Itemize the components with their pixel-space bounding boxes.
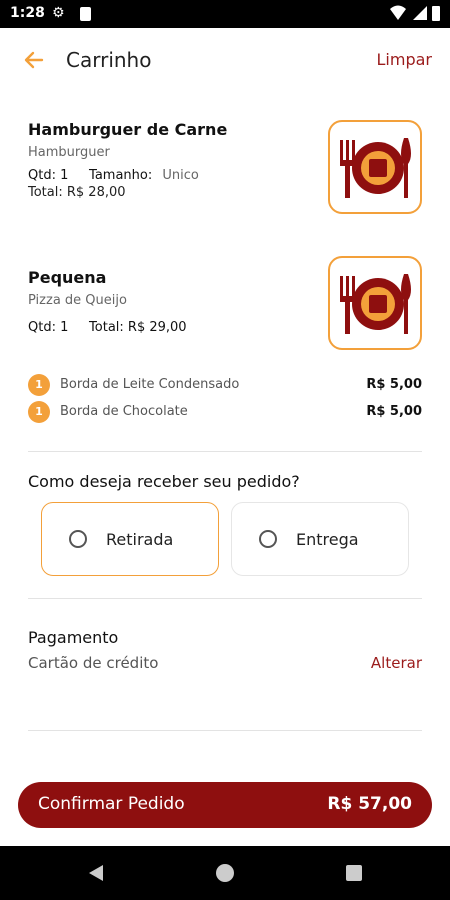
clear-cart-button[interactable]: Limpar — [377, 50, 432, 69]
payment-method: Cartão de crédito — [28, 654, 159, 672]
item-size-value: Unico — [162, 168, 199, 183]
addon-row: 1 Borda de Chocolate R$ 5,00 — [28, 401, 422, 423]
item-size-label: Tamanho: — [89, 168, 153, 183]
cart-item[interactable]: Pequena Pizza de Queijo Qtd: 1 Total: R$… — [28, 256, 422, 356]
section-divider — [28, 451, 422, 452]
page-title: Carrinho — [66, 48, 152, 72]
restaurant-plate-icon — [340, 274, 411, 334]
confirm-order-button[interactable]: Confirmar Pedido R$ 57,00 — [18, 782, 432, 828]
restaurant-plate-icon — [340, 138, 411, 198]
section-divider — [28, 598, 422, 599]
addon-price: R$ 5,00 — [366, 377, 422, 392]
delivery-question: Como deseja receber seu pedido? — [28, 472, 300, 491]
option-delivery[interactable]: Entrega — [231, 502, 409, 576]
nav-recents-icon[interactable] — [346, 865, 362, 881]
confirm-label: Confirmar Pedido — [38, 794, 185, 814]
option-pickup[interactable]: Retirada — [41, 502, 219, 576]
addon-qty-badge: 1 — [28, 374, 50, 396]
nav-back-icon[interactable] — [88, 864, 104, 882]
addon-qty-badge: 1 — [28, 401, 50, 423]
pickup-label: Retirada — [106, 530, 174, 549]
settings-gear-icon: ⚙ — [52, 5, 65, 21]
cell-signal-icon — [413, 6, 427, 20]
addon-name: Borda de Chocolate — [60, 404, 188, 419]
cart-item[interactable]: Hamburguer de Carne Hamburguer Qtd: 1 Ta… — [28, 120, 422, 220]
addon-name: Borda de Leite Condensado — [60, 377, 240, 392]
pickup-radio[interactable] — [69, 530, 87, 548]
payment-title: Pagamento — [28, 628, 119, 647]
back-arrow-icon[interactable] — [22, 48, 46, 72]
delivery-label: Entrega — [296, 530, 359, 549]
item-qty: Qtd: 1 — [28, 168, 69, 183]
sd-card-icon — [80, 7, 91, 21]
addon-price: R$ 5,00 — [366, 404, 422, 419]
change-payment-button[interactable]: Alterar — [371, 654, 422, 672]
status-bar: 1:28 ⚙ — [0, 0, 450, 28]
order-total: R$ 57,00 — [327, 794, 412, 814]
section-divider — [28, 730, 422, 731]
nav-home-icon[interactable] — [216, 864, 234, 882]
item-qty: Qtd: 1 — [28, 320, 69, 335]
item-total: Total: R$ 29,00 — [89, 320, 187, 335]
app-bar: Carrinho Limpar — [0, 28, 450, 92]
battery-icon — [432, 6, 440, 21]
item-thumbnail — [328, 256, 422, 350]
delivery-radio[interactable] — [259, 530, 277, 548]
addon-row: 1 Borda de Leite Condensado R$ 5,00 — [28, 374, 422, 396]
item-thumbnail — [328, 120, 422, 214]
system-nav-bar — [0, 846, 450, 900]
status-time: 1:28 — [10, 5, 45, 21]
wifi-icon — [390, 5, 406, 20]
